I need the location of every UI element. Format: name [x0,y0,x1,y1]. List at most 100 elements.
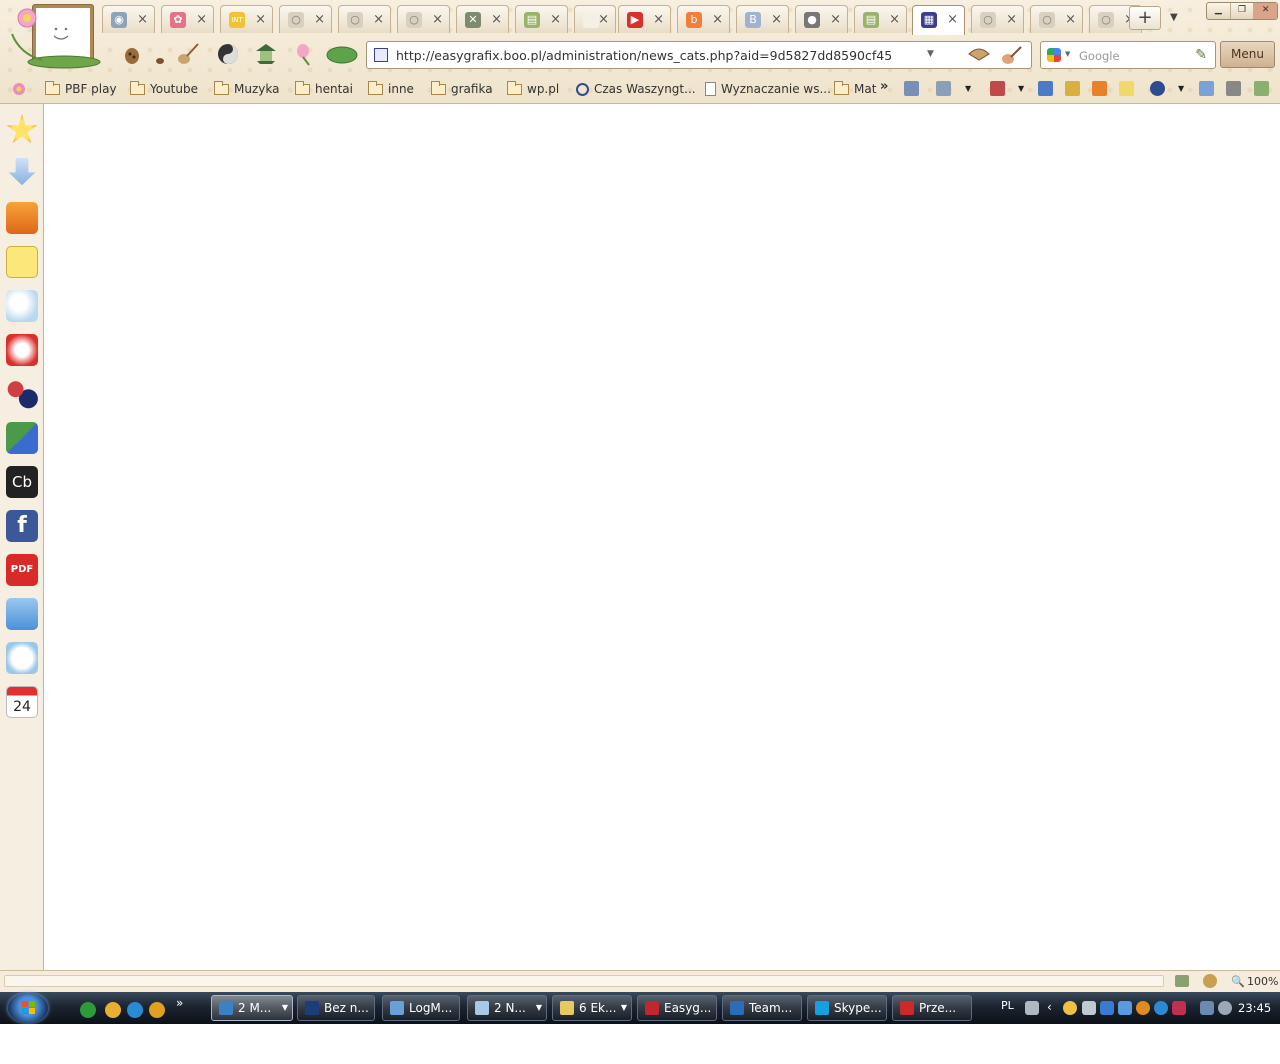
bookmark-folder[interactable]: Youtube [130,80,198,98]
bookmark-link[interactable]: Wyznaczanie ws... [705,80,831,98]
tab-close-icon[interactable]: × [550,13,561,26]
night-mode-dropdown-icon[interactable]: ▼ [1178,84,1184,93]
media-player-icon[interactable] [149,1002,165,1018]
ccleaner-icon[interactable] [127,1002,143,1018]
tab-close-icon[interactable]: × [1065,13,1076,26]
zoom-icon[interactable]: 🔍 [1231,975,1245,988]
night-mode-icon[interactable] [1150,81,1165,96]
tab-close-icon[interactable]: × [771,13,782,26]
language-indicator[interactable]: PL [1001,999,1014,1012]
pagoda-icon[interactable] [254,42,278,66]
zoom-level[interactable]: 100% [1247,975,1278,988]
tray-app-icon[interactable] [1082,1001,1096,1015]
lute-icon[interactable] [176,42,200,66]
messenger-icon[interactable] [1063,1001,1077,1015]
alarm-clock-icon[interactable] [6,642,38,674]
weather-icon[interactable] [6,290,38,322]
translate-dropdown-icon[interactable]: ▼ [1018,84,1024,93]
tab[interactable]: ○× [397,5,450,33]
close-icon[interactable]: ✕ [1254,3,1278,19]
tab-close-icon[interactable]: × [255,13,266,26]
opera-menu-button[interactable]: Menu [1220,41,1275,68]
page-content[interactable] [44,104,1280,970]
tab-close-icon[interactable]: × [432,13,443,26]
dropbox-tray-icon[interactable] [1118,1001,1132,1015]
fan-icon[interactable] [967,46,991,66]
lotus-icon[interactable] [292,42,316,66]
calendar-icon[interactable]: 24 [6,686,38,718]
bookmark-folder[interactable]: PBF play [45,80,117,98]
tab[interactable]: ▦ × [912,5,965,35]
keyboard-icon[interactable] [1025,1001,1039,1015]
address-bar[interactable]: http://easygrafix.boo.pl/administration/… [366,41,1032,69]
cb-icon[interactable]: Cb [6,466,38,498]
turbo-icon[interactable] [1203,974,1217,988]
taskbar-button[interactable]: Team... [722,995,802,1021]
tab[interactable]: ○× [1030,5,1083,33]
youtube-panel-icon[interactable] [6,334,38,366]
tab-close-icon[interactable]: × [947,13,958,26]
pencil-app-icon[interactable] [105,1002,121,1018]
taskbar-button[interactable]: Prze... [892,995,972,1021]
volume-icon[interactable] [1218,1001,1232,1015]
network-icon[interactable] [1200,1001,1214,1015]
tab-close-icon[interactable]: × [314,13,325,26]
bookmark-folder[interactable]: hentai [295,80,353,98]
tab[interactable]: ▤ × [854,5,907,33]
minimize-icon[interactable]: ▁ [1207,3,1231,19]
rss-feeds-icon[interactable] [6,202,38,234]
dropbox-icon[interactable] [6,598,38,630]
eraser-icon[interactable] [1065,81,1080,96]
taskbar-button[interactable]: Bez n... [297,995,375,1021]
notes-icon[interactable] [6,246,38,278]
taskbar-button[interactable]: 2 N... ▼ [467,995,547,1021]
lily-pad-icon[interactable] [326,42,358,66]
tab-close-icon[interactable]: × [830,13,841,26]
print-icon[interactable] [1175,975,1189,987]
tab-list-button[interactable]: ▼ [1170,12,1178,23]
group-dropdown-icon[interactable]: ▼ [621,996,627,1020]
facebook-icon[interactable]: f [6,510,38,542]
bookmark-link[interactable]: Czas Waszyngt... [576,80,696,98]
bookmarks-flower-icon[interactable] [9,80,29,98]
ruler-tool-icon[interactable] [904,81,919,96]
tab-close-icon[interactable]: × [653,13,664,26]
clock[interactable]: 23:45 [1238,1001,1271,1015]
tab[interactable]: ▤ × [515,5,568,33]
search-go-icon[interactable]: ✎ [1195,47,1207,63]
camera-dropdown-icon[interactable]: ▼ [965,84,971,93]
taskbar-button[interactable]: Skype... [807,995,887,1021]
tab[interactable]: ● × [795,5,848,33]
taskbar-button[interactable]: Easyg... [637,995,717,1021]
address-url[interactable]: http://easygrafix.boo.pl/administration/… [396,48,892,63]
download-tool-icon[interactable] [1199,81,1214,96]
new-tab-button[interactable]: + [1129,6,1161,30]
bookmark-folder[interactable]: wp.pl [507,80,559,98]
translate-icon[interactable] [6,422,38,454]
restore-icon[interactable]: ❐ [1231,3,1255,19]
tab-close-icon[interactable]: × [137,13,148,26]
group-dropdown-icon[interactable]: ▼ [282,996,288,1020]
network-app-icon[interactable] [1100,1001,1114,1015]
address-history-dropdown-icon[interactable]: ▼ [927,49,934,59]
group-dropdown-icon[interactable]: ▼ [536,996,542,1020]
bookmarks-overflow-button[interactable]: » [880,79,888,94]
trash-icon[interactable] [1226,81,1241,96]
tab-close-icon[interactable]: × [712,13,723,26]
yin-yang-icon[interactable] [216,42,240,66]
search-engine-dropdown-icon[interactable]: ▼ [1065,50,1070,58]
search-placeholder[interactable]: Google [1079,49,1120,63]
tab[interactable]: ✕ × [456,5,509,33]
tab-close-icon[interactable]: × [889,13,900,26]
update-icon[interactable] [1136,1001,1150,1015]
tab-close-icon[interactable]: × [598,13,609,26]
pdf-icon[interactable]: PDF [6,554,38,586]
teapot-icon[interactable] [152,42,176,66]
tab[interactable]: ✿ × [161,5,214,33]
taskbar-button[interactable]: LogM... [382,995,460,1021]
tab-close-icon[interactable]: × [1006,13,1017,26]
pinecone-icon[interactable] [120,42,144,66]
quick-launch-overflow[interactable]: » [176,996,183,1010]
tab[interactable]: b × [677,5,730,33]
bookmark-folder[interactable]: Mat [834,80,876,98]
